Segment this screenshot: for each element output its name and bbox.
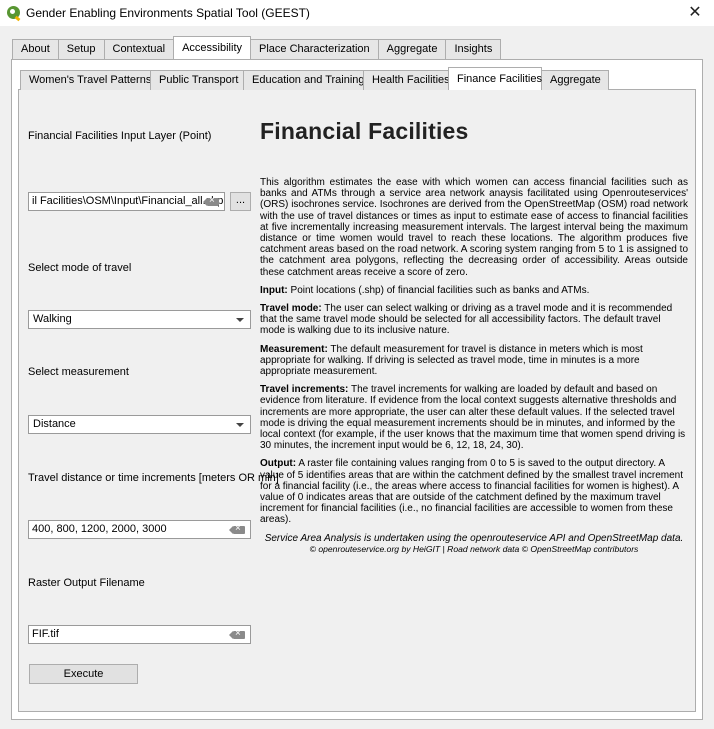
measurement-label: Select measurement (28, 366, 129, 378)
doc-title: Financial Facilities (260, 118, 469, 144)
measurement-select[interactable]: Distance (28, 415, 251, 434)
travel-mode-value: Walking (33, 313, 72, 325)
doc-increments-paragraph: Travel increments: The travel increments… (260, 384, 688, 451)
output-filename-input[interactable]: FIF.tif (28, 625, 251, 644)
tab-accessibility[interactable]: Accessibility (173, 36, 251, 59)
measurement-value: Distance (33, 418, 76, 430)
doc-output-text: A raster file containing values ranging … (260, 458, 684, 526)
browse-button[interactable]: ... (230, 192, 251, 211)
tab-place-characterization[interactable]: Place Characterization (250, 39, 379, 59)
increments-label: Travel distance or time increments [mete… (28, 472, 279, 484)
help-text-panel: Financial Facilities This algorithm esti… (260, 110, 688, 686)
subtab-health-facilities[interactable]: Health Facilities (363, 70, 450, 90)
doc-travel-mode-heading: Travel mode: (260, 303, 322, 315)
output-filename-label: Raster Output Filename (28, 577, 145, 589)
chevron-down-icon (236, 318, 244, 322)
input-layer-value: il Facilities\OSM\Input\Financial_all.sh… (32, 195, 224, 207)
tab-aggregate[interactable]: Aggregate (377, 39, 447, 59)
doc-measurement-heading: Measurement: (260, 343, 328, 355)
input-layer-field[interactable]: il Facilities\OSM\Input\Financial_all.sh… (28, 192, 225, 211)
subtab-finance-facilities[interactable]: Finance Facilities (448, 67, 542, 90)
travel-mode-select[interactable]: Walking (28, 310, 251, 329)
execute-button[interactable]: Execute (29, 664, 138, 684)
subtab-education-and-training[interactable]: Education and Training (243, 70, 365, 90)
doc-travel-mode-paragraph: Travel mode: The user can select walking… (260, 303, 688, 337)
clear-icon[interactable] (229, 522, 245, 536)
doc-travel-mode-text: The user can select walking or driving a… (260, 303, 673, 337)
subtab-public-transport[interactable]: Public Transport (150, 70, 244, 90)
doc-input-heading: Input: (260, 284, 288, 296)
clear-icon[interactable] (203, 194, 219, 208)
doc-input-text: Point locations (.shp) of financial faci… (287, 284, 590, 296)
doc-attribution-line: © openrouteservice.org by HeiGIT | Road … (309, 543, 639, 554)
increments-input[interactable]: 400, 800, 1200, 2000, 3000 (28, 520, 251, 539)
title-bar: Gender Enabling Environments Spatial Too… (0, 0, 714, 26)
main-tab-bar: About Setup Contextual Accessibility Pla… (12, 36, 502, 59)
subtab-womens-travel-patterns[interactable]: Women's Travel Patterns (20, 70, 151, 90)
increments-value: 400, 800, 1200, 2000, 3000 (32, 523, 167, 535)
sub-tab-bar: Women's Travel Patterns Public Transport… (20, 67, 609, 90)
output-filename-value: FIF.tif (32, 628, 59, 640)
window-title: Gender Enabling Environments Spatial Too… (26, 6, 310, 20)
doc-input-paragraph: Input: Point locations (.shp) of financi… (260, 285, 688, 296)
tab-setup[interactable]: Setup (57, 39, 105, 59)
doc-increments-heading: Travel increments: (260, 384, 349, 396)
doc-intro: This algorithm estimates the ease with w… (260, 177, 688, 278)
doc-measurement-paragraph: Measurement: The default measurement for… (260, 344, 688, 378)
subtab-aggregate[interactable]: Aggregate (541, 70, 609, 90)
chevron-down-icon (236, 423, 244, 427)
input-layer-label: Financial Facilities Input Layer (Point) (28, 130, 212, 142)
tab-insights[interactable]: Insights (445, 39, 502, 59)
tab-contextual[interactable]: Contextual (103, 39, 175, 59)
doc-output-heading: Output: (260, 458, 297, 470)
close-button[interactable]: ✕ (682, 2, 708, 24)
doc-credit-line: Service Area Analysis is undertaken usin… (264, 532, 684, 544)
clear-icon[interactable] (229, 627, 245, 641)
doc-output-paragraph: Output: A raster file containing values … (260, 458, 688, 525)
travel-mode-label: Select mode of travel (28, 262, 132, 274)
tab-about[interactable]: About (12, 39, 59, 59)
qgis-logo-icon (7, 6, 20, 19)
